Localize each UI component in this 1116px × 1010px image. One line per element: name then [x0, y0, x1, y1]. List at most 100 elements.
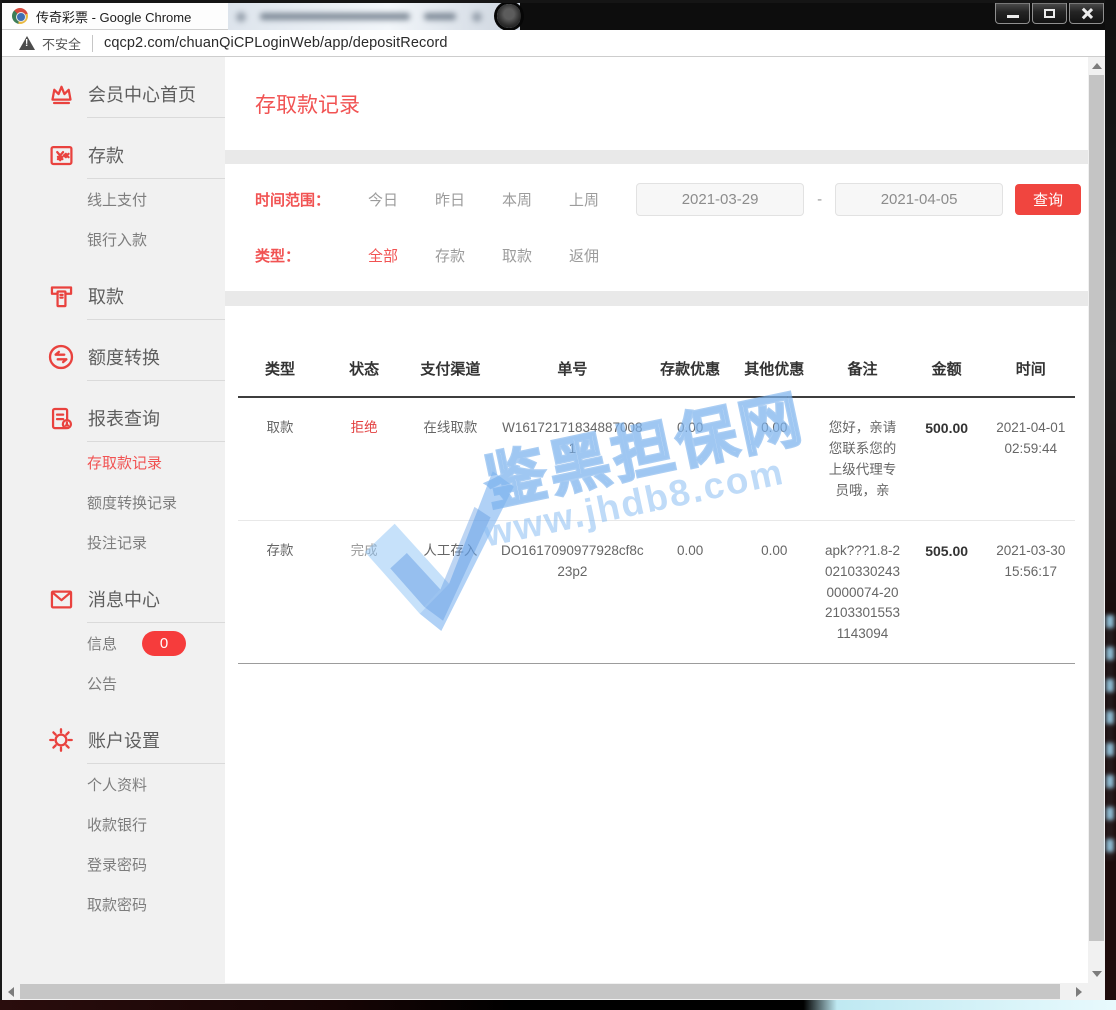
- column-header-存款优惠: 存款优惠: [650, 336, 730, 397]
- query-button[interactable]: 查询: [1015, 184, 1081, 215]
- filter-option-存款[interactable]: 存款: [435, 245, 465, 266]
- window-frame-bottom: [0, 1000, 1116, 1010]
- sidebar-item-label: 报表查询: [88, 405, 160, 431]
- vertical-scrollbar[interactable]: [1088, 57, 1105, 983]
- filter-option-本周[interactable]: 本周: [502, 189, 532, 210]
- cell-other-bonus: 0.00: [730, 397, 818, 520]
- sidebar-item-账户设置[interactable]: 账户设置: [2, 717, 225, 763]
- title-bar: 传奇彩票 - Google Chrome: [2, 3, 1105, 30]
- date-to-input[interactable]: [835, 183, 1003, 216]
- cell-type: 取款: [238, 397, 322, 520]
- date-range-separator: -: [817, 191, 822, 208]
- maximize-button[interactable]: [1032, 3, 1067, 24]
- filter-option-今日[interactable]: 今日: [368, 189, 398, 210]
- sidebar-item-收款银行[interactable]: 收款银行: [2, 804, 225, 844]
- scroll-right-arrow-icon[interactable]: [1076, 987, 1082, 997]
- filter-option-取款[interactable]: 取款: [502, 245, 532, 266]
- sidebar-item-投注记录[interactable]: 投注记录: [2, 522, 225, 562]
- transfer-icon: [46, 342, 76, 372]
- column-header-支付渠道: 支付渠道: [406, 336, 494, 397]
- sidebar-item-信息[interactable]: 信息0: [2, 623, 225, 663]
- window-title: 传奇彩票 - Google Chrome: [36, 7, 191, 26]
- gear-icon: [46, 725, 76, 755]
- column-header-其他优惠: 其他优惠: [730, 336, 818, 397]
- sidebar-item-label: 银行入款: [87, 229, 147, 250]
- scroll-up-arrow-icon[interactable]: [1092, 63, 1102, 69]
- scroll-down-arrow-icon[interactable]: [1092, 971, 1102, 977]
- sidebar-item-额度转换[interactable]: 额度转换: [2, 334, 225, 380]
- sidebar-item-银行入款[interactable]: 银行入款: [2, 219, 225, 259]
- sidebar-item-额度转换记录[interactable]: 额度转换记录: [2, 482, 225, 522]
- filter-option-昨日[interactable]: 昨日: [435, 189, 465, 210]
- blur-bar: [260, 13, 410, 20]
- sidebar-item-线上支付[interactable]: 线上支付: [2, 179, 225, 219]
- date-from-input[interactable]: [636, 183, 804, 216]
- sidebar-item-报表查询[interactable]: 报表查询: [2, 395, 225, 441]
- window-frame-top: [0, 0, 1116, 3]
- cell-order-no: W161721718348870081: [495, 397, 651, 520]
- close-button[interactable]: [1069, 3, 1104, 24]
- deposit-icon: [46, 140, 76, 170]
- cell-time: 2021-03-30 15:56:17: [987, 520, 1075, 664]
- cell-channel: 人工存入: [406, 520, 494, 664]
- scrollbar-corner: [1088, 983, 1105, 1000]
- table-header-row: 类型状态支付渠道单号存款优惠其他优惠备注金额时间: [238, 336, 1075, 397]
- sidebar-item-label: 额度转换: [88, 344, 160, 370]
- filter-option-全部[interactable]: 全部: [368, 245, 398, 266]
- filter-option-返佣[interactable]: 返佣: [569, 245, 599, 266]
- minimize-button[interactable]: [995, 3, 1030, 24]
- sidebar-item-个人资料[interactable]: 个人资料: [2, 764, 225, 804]
- sidebar-item-取款密码[interactable]: 取款密码: [2, 884, 225, 924]
- table-body: 取款拒绝在线取款W1617217183488700810.000.00您好，亲请…: [238, 397, 1075, 664]
- sidebar-item-存取款记录[interactable]: 存取款记录: [2, 442, 225, 482]
- not-secure-warning-icon[interactable]: [19, 36, 35, 50]
- sidebar-item-存款[interactable]: 存款: [2, 132, 225, 178]
- sidebar-item-登录密码[interactable]: 登录密码: [2, 844, 225, 884]
- time-range-row: 时间范围： 今日昨日本周上周 - 查询: [225, 175, 1088, 223]
- background-orb-icon: [497, 4, 521, 28]
- edge-watermark-blobs: [1106, 615, 1114, 860]
- horizontal-scrollbar-thumb[interactable]: [20, 984, 1060, 999]
- filter-panel: 时间范围： 今日昨日本周上周 - 查询 类型： 全部存款取款返佣: [225, 164, 1088, 291]
- page-header: 存取款记录: [225, 57, 1088, 150]
- sidebar-item-公告[interactable]: 公告: [2, 663, 225, 703]
- cell-amount: 500.00: [907, 397, 987, 520]
- cell-status: 拒绝: [322, 397, 406, 520]
- cell-deposit-bonus: 0.00: [650, 397, 730, 520]
- column-header-备注: 备注: [818, 336, 906, 397]
- table-row: 存款完成人工存入DO1617090977928cf8c23p20.000.00a…: [238, 520, 1075, 664]
- sidebar-item-label: 额度转换记录: [87, 492, 177, 513]
- sidebar-item-label: 存取款记录: [87, 452, 162, 473]
- sidebar-item-取款[interactable]: 取款: [2, 273, 225, 319]
- message-icon: [46, 584, 76, 614]
- sidebar-item-会员中心首页[interactable]: 会员中心首页: [2, 71, 225, 117]
- report-icon: [46, 403, 76, 433]
- column-header-单号: 单号: [495, 336, 651, 397]
- url-text[interactable]: cqcp2.com/chuanQiCPLoginWeb/app/depositR…: [104, 35, 448, 51]
- not-secure-label[interactable]: 不安全: [42, 34, 81, 53]
- close-icon: [1080, 7, 1093, 20]
- sidebar-item-消息中心[interactable]: 消息中心: [2, 576, 225, 622]
- type-label: 类型：: [255, 245, 368, 266]
- cell-remark: apk???1.8-202103302430000074-20210330155…: [818, 520, 906, 664]
- column-header-类型: 类型: [238, 336, 322, 397]
- scroll-left-arrow-icon[interactable]: [8, 987, 14, 997]
- cell-amount: 505.00: [907, 520, 987, 664]
- cell-deposit-bonus: 0.00: [650, 520, 730, 664]
- cell-remark: 您好，亲请您联系您的上级代理专员哦，亲: [818, 397, 906, 520]
- address-bar[interactable]: 不安全 cqcp2.com/chuanQiCPLoginWeb/app/depo…: [2, 30, 1105, 57]
- window-controls: [993, 3, 1104, 24]
- records-panel: 类型状态支付渠道单号存款优惠其他优惠备注金额时间 取款拒绝在线取款W161721…: [225, 306, 1088, 983]
- sidebar-item-label: 会员中心首页: [88, 81, 196, 107]
- sidebar-separator: [87, 380, 225, 381]
- sidebar-item-label: 存款: [88, 142, 124, 168]
- cell-time: 2021-04-01 02:59:44: [987, 397, 1075, 520]
- horizontal-scrollbar[interactable]: [2, 983, 1088, 1000]
- cell-other-bonus: 0.00: [730, 520, 818, 664]
- type-options: 全部 存款 取款 返佣: [368, 245, 636, 266]
- filter-option-上周[interactable]: 上周: [569, 189, 599, 210]
- vertical-scrollbar-thumb[interactable]: [1089, 75, 1104, 941]
- maximize-icon: [1044, 9, 1055, 18]
- sidebar-menu: 会员中心首页存款线上支付银行入款取款额度转换报表查询存取款记录额度转换记录投注记…: [2, 57, 225, 983]
- sidebar-separator: [87, 319, 225, 320]
